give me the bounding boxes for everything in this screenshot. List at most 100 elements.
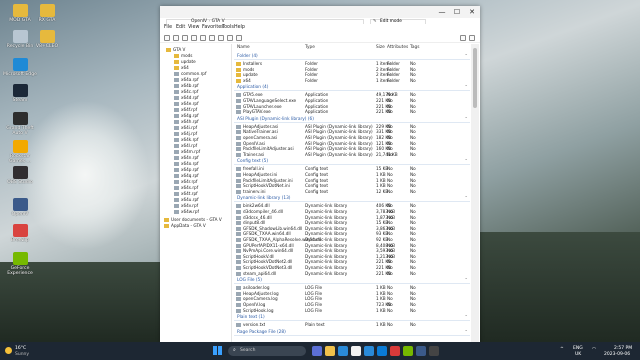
group-title: Config text (5) (237, 159, 269, 165)
obs-taskbar-icon[interactable] (429, 346, 439, 356)
menu-edit[interactable]: Edit (176, 25, 185, 30)
group-header[interactable]: Plain text (1) ⌃ (234, 315, 470, 322)
column-attributes[interactable]: Attributes (387, 44, 408, 52)
menu-favorites[interactable]: Favorites (202, 25, 224, 30)
table-row[interactable]: x64 Folder 1 items Folder No (234, 78, 470, 84)
maximize-button[interactable]: ☐ (450, 7, 464, 17)
openiv-taskbar-icon[interactable] (416, 346, 426, 356)
table-row[interactable]: PlayGTAV.exe Application 221 KB No No (234, 109, 470, 115)
properties-icon[interactable] (236, 35, 242, 41)
view-icons-icon[interactable] (469, 35, 475, 41)
desktop-icon[interactable]: Steam (3, 84, 37, 103)
clock-time[interactable]: 2:57 PM (614, 346, 632, 351)
new-folder-icon[interactable] (191, 35, 197, 41)
group-title: Plain text (1) (237, 315, 265, 321)
rename-icon[interactable] (227, 35, 233, 41)
view-details-icon[interactable] (460, 35, 466, 41)
desktop-icon[interactable]: Rockstar Games ... (3, 140, 37, 165)
text-icon (236, 323, 241, 328)
row-attributes: No (387, 151, 393, 157)
row-name: trainerv.ini (243, 188, 266, 194)
menu-view[interactable]: View (188, 25, 199, 30)
scrollbar-thumb[interactable] (473, 48, 477, 108)
desktop-icon-label: Grand Theft Auto V (6, 126, 34, 137)
group-header[interactable]: Folder (4) ⌃ (234, 54, 470, 60)
group-header[interactable]: Application (4) ⌃ (234, 85, 470, 92)
folder-icon (174, 185, 179, 190)
desktop-icon[interactable]: OBS Studio (3, 166, 37, 185)
forward-icon[interactable] (173, 35, 179, 41)
desktop-icon-label: Steam (12, 98, 28, 103)
desktop-icon[interactable]: Grand Theft Auto V (3, 112, 37, 137)
paste-icon[interactable] (209, 35, 215, 41)
group-header[interactable]: LOG File (5) ⌃ (234, 278, 470, 285)
up-icon[interactable] (182, 35, 188, 41)
dll-icon (236, 226, 241, 231)
table-row[interactable]: trainerv.ini Config text 12 KB No No (234, 189, 470, 195)
chrome-icon[interactable] (351, 346, 361, 356)
table-row[interactable]: version.txt Plain text 1 KB No No (234, 322, 470, 328)
group-header[interactable]: ASI Plugin (Dynamic-link library) (6) ⌃ (234, 117, 470, 123)
group-header[interactable]: Dynamic-link library (13) ⌃ (234, 196, 470, 203)
desktop-icon[interactable]: OpenIV (3, 198, 37, 217)
nvidia-icon[interactable] (403, 346, 413, 356)
row-name: x64 (243, 77, 251, 83)
back-icon[interactable] (164, 35, 170, 41)
chevron-up-icon[interactable]: ⌃ (464, 278, 468, 284)
search-box[interactable]: ⌕ Search (228, 346, 306, 356)
desktop-icon-label: Microsoft Edge (3, 72, 37, 77)
chevron-up-icon[interactable]: ⌃ (464, 315, 468, 321)
delete-icon[interactable] (218, 35, 224, 41)
group-header[interactable]: Config text (5) ⌃ (234, 159, 470, 166)
chevron-up-icon[interactable]: ⌃ (464, 54, 468, 60)
vertical-scrollbar[interactable] (471, 44, 479, 343)
desktop-icon[interactable]: V8+CLEO (30, 30, 64, 49)
weather-temp[interactable]: 16°C (15, 346, 26, 351)
row-attributes: Folder (387, 77, 400, 83)
folder-icon (174, 167, 179, 172)
copy-icon[interactable] (200, 35, 206, 41)
desktop-icon[interactable]: BreeZip (3, 224, 37, 243)
close-button[interactable]: ✕ (465, 7, 479, 17)
chevron-up-icon[interactable]: ⌃ (464, 196, 468, 202)
column-size[interactable]: Size (376, 44, 385, 52)
chevron-up-icon[interactable]: ⌃ (464, 85, 468, 91)
column-tags[interactable]: Tags (410, 44, 420, 52)
desktop-icon[interactable]: RX GTA (30, 4, 64, 23)
tree-item-label: x64l.rpf (181, 143, 198, 148)
table-row[interactable]: steam_api64.dll Dynamic-link library 221 K… (234, 271, 470, 277)
menu-help[interactable]: Help (234, 25, 245, 30)
chevron-up-icon[interactable]: ⌃ (464, 330, 468, 336)
tree-appdata[interactable]: AppData - GTA V (164, 223, 206, 229)
app-icon (12, 252, 28, 265)
mail-icon[interactable] (377, 346, 387, 356)
config-icon (236, 178, 241, 183)
windows-start-icon[interactable] (213, 346, 222, 355)
store-icon[interactable] (364, 346, 374, 356)
lang-indicator[interactable]: ENG (573, 346, 583, 351)
menu-tools[interactable]: Tools (222, 25, 234, 30)
wifi-icon[interactable]: ◠ (592, 347, 596, 352)
menu-file[interactable]: File (164, 25, 172, 30)
table-row[interactable]: ScriptHook.log LOG File 1 KB No No (234, 308, 470, 314)
desktop-icon-label: OpenIV (11, 212, 29, 217)
desktop-icon[interactable]: GeForce Experience (3, 252, 37, 277)
desktop-icon[interactable]: Microsoft Edge (3, 58, 37, 77)
chevron-up-icon[interactable]: ⌃ (464, 159, 468, 165)
app-icon[interactable] (390, 346, 400, 356)
group-header[interactable]: Rage Package File (28) ⌃ (234, 330, 470, 336)
config-icon (236, 189, 241, 194)
edge-icon[interactable] (338, 346, 348, 356)
column-type[interactable]: Type (305, 44, 315, 52)
minimize-button[interactable]: — (435, 7, 449, 17)
weather-icon (5, 347, 12, 354)
tray-chevron-icon[interactable]: ^ (560, 347, 564, 352)
chevron-up-icon[interactable]: ⌃ (464, 117, 468, 123)
desktop-icon-label: RX GTA (38, 18, 56, 23)
column-name[interactable]: Name (237, 44, 250, 52)
table-row[interactable]: Trainer.asi ASI Plugin (Dynamic-link libr… (234, 152, 470, 158)
task-view-icon[interactable] (312, 346, 322, 356)
tree-item[interactable]: x64w.rpf (174, 209, 199, 215)
app-icon (12, 198, 28, 211)
file-explorer-icon[interactable] (325, 346, 335, 356)
